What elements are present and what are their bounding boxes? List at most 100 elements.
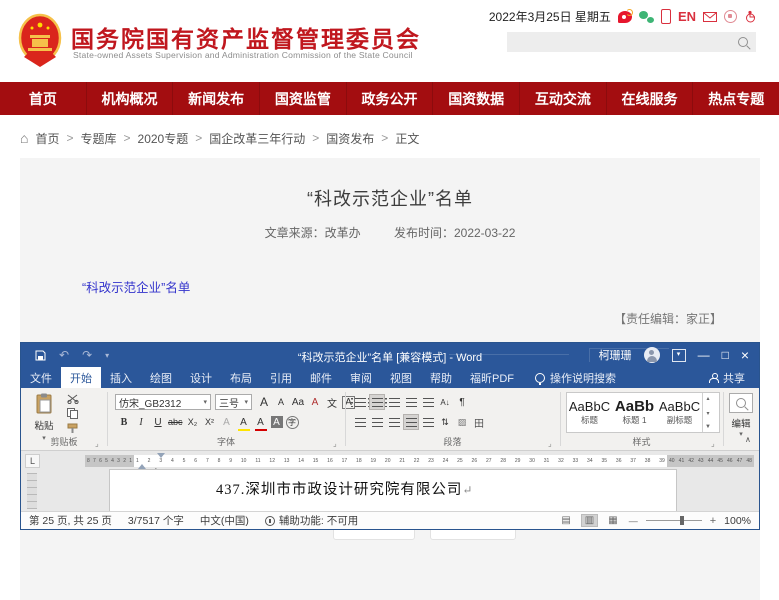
italic-button[interactable]: I [134,415,148,429]
tab-file[interactable]: 文件 [21,367,61,388]
zoom-slider-thumb[interactable] [680,516,684,525]
language-indicator[interactable]: 中文(中国) [200,513,249,528]
shrink-font-button[interactable]: A [274,395,288,409]
distribute-button[interactable] [421,415,435,429]
minimize-button[interactable]: — [698,349,710,361]
paragraph-dialog-launcher[interactable]: ⌟ [548,439,552,448]
nav-item-news[interactable]: 新闻发布 [173,82,260,115]
share-button[interactable]: 共享 [709,367,759,388]
decrease-indent-button[interactable] [404,395,418,409]
read-mode-button[interactable]: ▤ [558,515,573,526]
nav-item-services[interactable]: 在线服务 [607,82,694,115]
accessibility-status[interactable]: 辅助功能: 不可用 [265,513,358,528]
align-right-button[interactable] [387,415,401,429]
style-heading1[interactable]: AaBb 标题 1 [612,399,657,426]
search-box[interactable] [507,32,756,52]
word-count[interactable]: 3/7517 个字 [128,513,184,528]
save-icon[interactable] [35,350,46,361]
tell-me-box[interactable]: 操作说明搜索 [535,367,616,388]
nav-item-disclosure[interactable]: 政务公开 [347,82,434,115]
horizontal-ruler[interactable]: 87654321 1234567891011121314151617181920… [85,455,754,467]
undo-icon[interactable]: ↶ [59,349,69,361]
collapse-ribbon-icon[interactable]: ∧ [745,435,751,444]
tab-draw[interactable]: 绘图 [141,367,181,388]
font-name-select[interactable]: 仿宋_GB2312 ▾ [115,394,211,410]
bold-button[interactable]: B [117,415,131,429]
font-size-select[interactable]: 三号 ▾ [215,394,252,410]
web-layout-button[interactable]: ▦ [605,515,620,526]
qat-customize-icon[interactable]: ▾ [105,351,109,360]
line-spacing-button[interactable]: ⇅ [438,415,452,429]
clear-format-button[interactable]: A [308,395,322,409]
styles-dialog-launcher[interactable]: ⌟ [711,439,715,448]
accessibility-icon[interactable] [744,10,757,23]
tab-view[interactable]: 视图 [381,367,421,388]
zoom-out-button[interactable]: — [629,516,638,526]
mobile-icon[interactable] [661,9,671,24]
styles-scrollbar[interactable]: ▴ ▾ ▼ [702,393,713,432]
increase-indent-button[interactable] [421,395,435,409]
underline-button[interactable]: U [151,415,165,429]
first-line-indent-marker[interactable] [157,453,165,462]
tab-help[interactable]: 帮助 [421,367,461,388]
contact-icon[interactable] [724,10,737,23]
shading-button[interactable]: ▨ [455,415,469,429]
highlight-color-button[interactable]: A [237,415,251,429]
vertical-ruler[interactable] [27,473,37,509]
breadcrumb-2020[interactable]: 2020专题 [138,130,189,147]
borders-button[interactable]: 田 [472,415,486,429]
copy-icon[interactable] [67,408,78,419]
styles-scroll-down-icon[interactable]: ▾ [706,410,709,417]
find-button[interactable] [729,393,753,413]
zoom-level[interactable]: 100% [724,515,751,527]
nav-item-overview[interactable]: 机构概况 [87,82,174,115]
nav-item-supervision[interactable]: 国资监管 [260,82,347,115]
tab-references[interactable]: 引用 [261,367,301,388]
language-toggle[interactable]: EN [678,9,696,24]
sort-button[interactable]: A↓ [438,395,452,409]
multilevel-list-button[interactable] [387,395,401,409]
redo-icon[interactable]: ↷ [82,349,92,361]
justify-button[interactable] [404,415,418,429]
zoom-slider[interactable] [646,520,702,521]
zoom-in-button[interactable]: + [710,515,716,527]
align-left-button[interactable] [353,415,367,429]
tab-mailings[interactable]: 邮件 [301,367,341,388]
enclose-characters-button[interactable]: 字 [286,416,299,429]
nav-item-topics[interactable]: 热点专题 [693,82,779,115]
search-icon[interactable] [738,37,748,47]
style-subtitle[interactable]: AaBbC 副标题 [657,399,702,426]
bullets-button[interactable] [353,395,367,409]
grow-font-button[interactable]: A [257,395,271,409]
document-page[interactable]: 437.深圳市市政设计研究院有限公司↵ [109,469,677,511]
strikethrough-button[interactable]: abc [168,415,183,429]
close-button[interactable]: × [741,348,749,362]
nav-item-data[interactable]: 国资数据 [433,82,520,115]
breadcrumb-home[interactable]: 首页 [35,130,59,147]
phonetic-guide-button[interactable]: 文 [325,395,339,409]
subscript-button[interactable]: X₂ [186,415,200,429]
tab-stop-selector[interactable]: L [25,454,40,468]
user-name[interactable]: 柯珊珊 [599,347,632,363]
breadcrumb-release[interactable]: 国资发布 [326,130,374,147]
tab-insert[interactable]: 插入 [101,367,141,388]
nav-item-interaction[interactable]: 互动交流 [520,82,607,115]
hanging-indent-marker[interactable] [138,460,146,469]
styles-scroll-up-icon[interactable]: ▴ [706,395,709,402]
ribbon-display-options-icon[interactable]: ▾ [672,349,686,362]
print-layout-button[interactable]: ▥ [582,515,597,526]
attachment-link[interactable]: “科改示范企业”名单 [82,277,190,296]
character-shading-button[interactable]: A [271,416,283,428]
tab-layout[interactable]: 布局 [221,367,261,388]
styles-more-icon[interactable]: ▼ [705,424,711,430]
user-avatar[interactable] [644,347,660,363]
superscript-button[interactable]: X² [203,415,217,429]
tab-design[interactable]: 设计 [181,367,221,388]
clipboard-dialog-launcher[interactable]: ⌟ [95,439,99,448]
mail-icon[interactable] [703,12,717,22]
change-case-button[interactable]: Aa [291,395,305,409]
breadcrumb-reform[interactable]: 国企改革三年行动 [209,130,305,147]
style-title[interactable]: AaBbC 标题 [567,399,612,426]
weibo-icon[interactable] [618,11,632,23]
tab-review[interactable]: 审阅 [341,367,381,388]
